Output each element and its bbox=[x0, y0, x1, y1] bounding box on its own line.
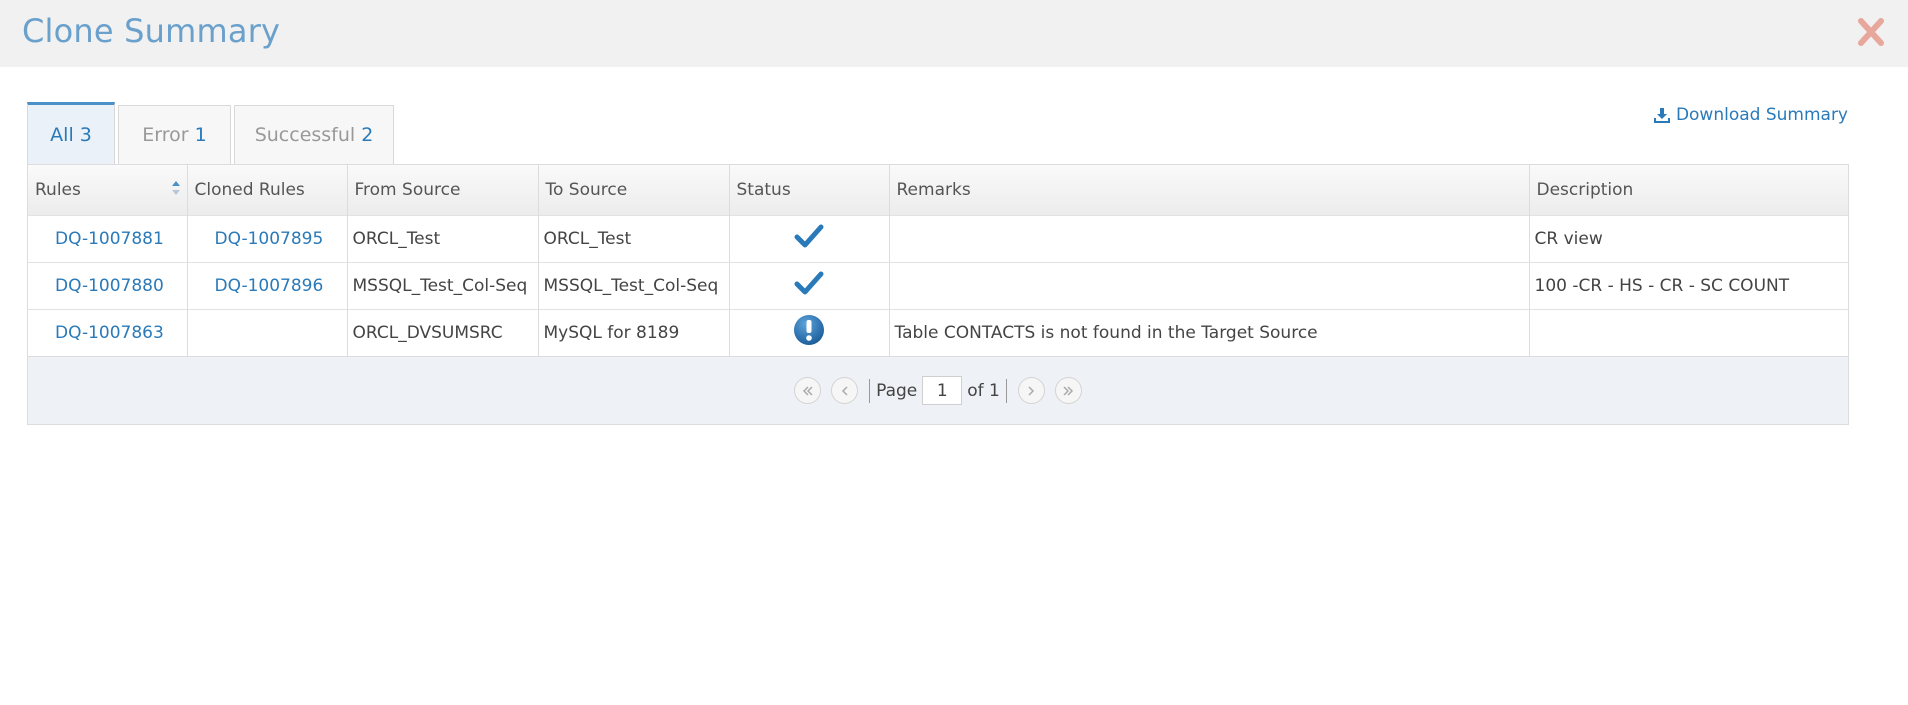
column-header-description[interactable]: Description bbox=[1529, 165, 1848, 215]
to-source-cell: MySQL for 8189 bbox=[538, 308, 730, 356]
cloned-rule-link[interactable]: DQ-1007895 bbox=[187, 214, 348, 262]
table-header-row: Rules Cloned Rules From Source To Source… bbox=[28, 165, 1848, 215]
error-exclamation-icon bbox=[794, 315, 824, 346]
remarks-cell bbox=[889, 214, 1530, 262]
column-header-remarks[interactable]: Remarks bbox=[889, 165, 1530, 215]
from-source-cell: ORCL_DVSUMSRC bbox=[347, 308, 539, 356]
next-page-icon[interactable] bbox=[1017, 377, 1045, 404]
sort-icon[interactable] bbox=[171, 180, 181, 196]
tab-all[interactable]: All 3 bbox=[27, 102, 115, 164]
remarks-cell bbox=[889, 261, 1530, 309]
status-cell bbox=[729, 214, 890, 262]
rule-link[interactable]: DQ-1007863 bbox=[28, 308, 188, 356]
tab-successful-count: 2 bbox=[361, 124, 374, 146]
tab-successful[interactable]: Successful 2 bbox=[234, 105, 394, 164]
rule-link[interactable]: DQ-1007880 bbox=[28, 261, 188, 309]
tab-all-label: All bbox=[50, 123, 74, 146]
column-header-label: Rules bbox=[35, 179, 81, 200]
to-source-cell: MSSQL_Test_Col-Seq bbox=[538, 261, 730, 309]
download-summary-label: Download Summary bbox=[1675, 105, 1848, 125]
to-source-cell: ORCL_Test bbox=[538, 214, 730, 262]
result-tabs: All 3 Error 1 Successful 2 bbox=[27, 102, 397, 164]
table-row: DQ-1007863 ORCL_DVSUMSRC MySQL for 8189 bbox=[28, 308, 1848, 356]
pager-separator bbox=[1005, 378, 1007, 403]
previous-page-icon[interactable] bbox=[831, 377, 859, 404]
tab-error[interactable]: Error 1 bbox=[118, 105, 231, 164]
checkmark-icon bbox=[794, 224, 824, 248]
close-icon[interactable] bbox=[1856, 14, 1886, 50]
description-cell: 100 -CR - HS - CR - SC COUNT bbox=[1529, 261, 1848, 309]
column-header-rules[interactable]: Rules bbox=[28, 165, 188, 215]
column-header-to-source[interactable]: To Source bbox=[538, 165, 730, 215]
page-count-label: of 1 bbox=[967, 380, 1000, 401]
download-icon bbox=[1653, 108, 1670, 123]
dialog-header: Clone Summary bbox=[0, 0, 1908, 67]
column-header-from-source[interactable]: From Source bbox=[347, 165, 539, 215]
last-page-icon[interactable] bbox=[1054, 377, 1082, 404]
page-number-input[interactable] bbox=[922, 376, 963, 405]
column-header-status[interactable]: Status bbox=[729, 165, 890, 215]
download-summary-link[interactable]: Download Summary bbox=[1653, 105, 1848, 125]
dialog-title: Clone Summary bbox=[22, 12, 281, 50]
tab-successful-label: Successful bbox=[254, 124, 356, 146]
cloned-rule-link[interactable]: DQ-1007896 bbox=[187, 261, 348, 309]
checkmark-icon bbox=[794, 271, 824, 295]
pagination-bar: Page of 1 bbox=[28, 356, 1848, 424]
clone-summary-grid: Rules Cloned Rules From Source To Source… bbox=[27, 164, 1849, 425]
column-header-cloned-rules[interactable]: Cloned Rules bbox=[187, 165, 348, 215]
tab-error-count: 1 bbox=[194, 124, 207, 146]
page-label: Page bbox=[876, 380, 918, 401]
tab-error-label: Error bbox=[142, 124, 189, 146]
rule-link[interactable]: DQ-1007881 bbox=[28, 214, 188, 262]
status-cell bbox=[729, 261, 890, 309]
tab-all-count: 3 bbox=[79, 123, 92, 146]
table-row: DQ-1007880 DQ-1007896 MSSQL_Test_Col-Seq… bbox=[28, 261, 1848, 309]
from-source-cell: MSSQL_Test_Col-Seq bbox=[347, 261, 539, 309]
remarks-cell: Table CONTACTS is not found in the Targe… bbox=[889, 308, 1530, 356]
cloned-rule-link[interactable] bbox=[187, 308, 348, 356]
description-cell bbox=[1529, 308, 1848, 356]
table-row: DQ-1007881 DQ-1007895 ORCL_Test ORCL_Tes… bbox=[28, 214, 1848, 262]
first-page-icon[interactable] bbox=[794, 377, 822, 404]
pager-separator bbox=[869, 378, 871, 403]
from-source-cell: ORCL_Test bbox=[347, 214, 539, 262]
status-cell bbox=[729, 308, 890, 356]
description-cell: CR view bbox=[1529, 214, 1848, 262]
